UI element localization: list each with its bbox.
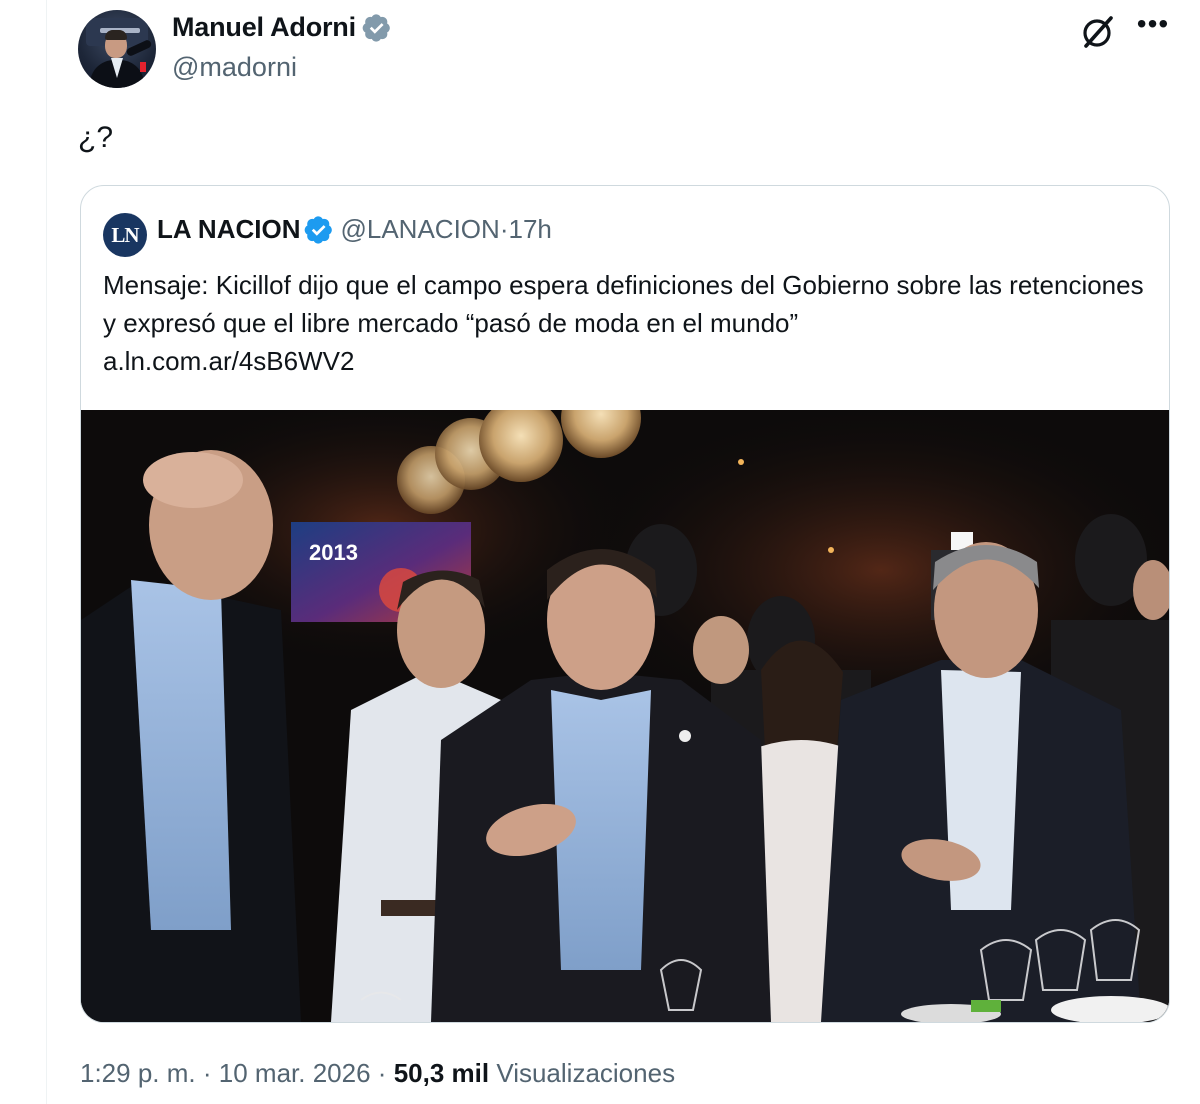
avatar-hair [105,30,127,40]
quoted-link[interactable]: a.ln.com.ar/4sB6WV2 [103,342,1153,380]
tweet-meta: 1:29 p. m. · 10 mar. 2026 · 50,3 mil Vis… [80,1058,675,1089]
author-name-row[interactable]: Manuel Adorni [172,12,392,43]
quoted-text-block: Mensaje: Kicillof dijo que el campo espe… [103,266,1153,380]
photo-screen-text: 2013 [309,540,358,565]
meta-separator: · [202,1058,212,1088]
photo-scene: 2013 [81,410,1169,1022]
quoted-photo[interactable]: 2013 [81,410,1169,1022]
author-name[interactable]: Manuel Adorni [172,12,356,43]
quoted-timestamp[interactable]: 17h [508,214,551,244]
meta-separator: · [377,1058,387,1088]
quoted-handle[interactable]: @LANACION [340,214,499,244]
views-label[interactable]: Visualizaciones [496,1058,675,1088]
timeline-border [46,0,47,1104]
quoted-header: LA NACION @LANACION·17h [157,214,552,254]
quoted-avatar[interactable]: LN [103,213,147,257]
quoted-verified-badge-icon [305,215,333,244]
tweet-time[interactable]: 1:29 p. m. [80,1058,196,1088]
avatar-flag-pin [140,62,146,72]
quoted-tweet[interactable]: LN LA NACION @LANACION·17h Mensaje: Kicil… [80,185,1170,1023]
more-options-icon[interactable]: ••• [1136,10,1170,48]
verified-badge-icon[interactable] [362,13,392,43]
author-avatar[interactable] [78,10,156,88]
quoted-author-name[interactable]: LA NACION [157,214,300,244]
tweet: Manuel Adorni @madorni ••• ¿? LN LA NACI… [78,0,1178,1104]
quoted-text: Mensaje: Kicillof dijo que el campo espe… [103,270,1144,338]
views-count[interactable]: 50,3 mil [394,1058,489,1088]
tweet-date[interactable]: 10 mar. 2026 [219,1058,371,1088]
grok-icon[interactable] [1078,12,1118,52]
tweet-text: ¿? [78,121,114,154]
author-handle[interactable]: @madorni [172,52,297,83]
